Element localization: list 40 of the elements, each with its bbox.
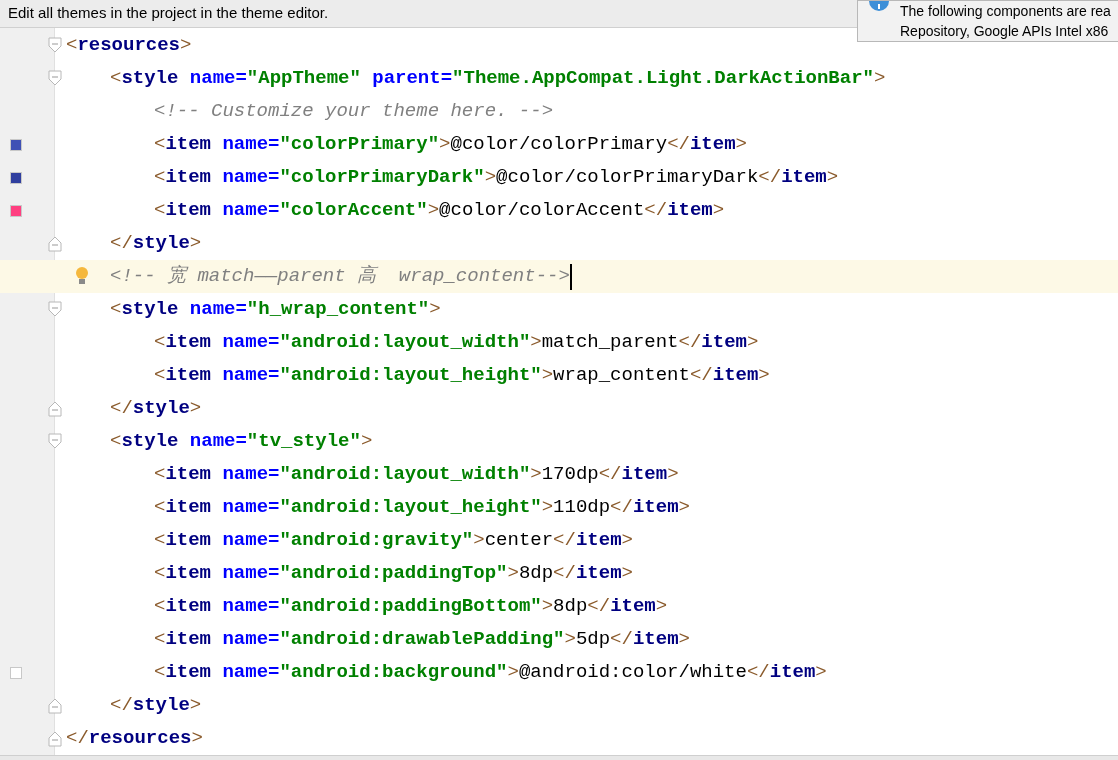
code-line: <item name="android:layout_width">match_parent</item> xyxy=(154,330,759,356)
code-line: <item name="android:paddingTop">8dp</item> xyxy=(154,561,633,587)
code-line: <item name="android:layout_width">170dp</item> xyxy=(154,462,679,488)
code-line: <item name="android:background">@android:color/white</item> xyxy=(154,660,827,686)
fold-icon[interactable] xyxy=(48,698,62,714)
fold-icon[interactable] xyxy=(48,70,62,86)
code-line: <item name="colorAccent">@color/colorAccent</item> xyxy=(154,198,725,224)
notification-text: The following components are rea xyxy=(900,2,1111,21)
code-line: <item name="android:layout_height">110dp</item> xyxy=(154,495,690,521)
code-line: <!-- 宽 match——parent 高 wrap_content--> xyxy=(110,264,570,290)
code-line: <style name="tv_style"> xyxy=(110,429,373,455)
code-line: </style> xyxy=(110,231,202,257)
fold-icon[interactable] xyxy=(48,37,62,53)
color-swatch[interactable] xyxy=(10,205,22,217)
text-cursor xyxy=(569,263,572,290)
banner-text: Edit all themes in the project in the theme editor. xyxy=(8,3,329,24)
code-line: <item name="android:layout_height">wrap_content</item> xyxy=(154,363,770,389)
code-line: <item name="colorPrimaryDark">@color/colorPrimaryDark</item> xyxy=(154,165,839,191)
code-line: <item name="android:paddingBottom">8dp</item> xyxy=(154,594,668,620)
color-swatch[interactable] xyxy=(10,172,22,184)
code-line: <!-- Customize your theme here. --> xyxy=(154,99,554,125)
code-line: <style name="h_wrap_content"> xyxy=(110,297,441,323)
code-line: </style> xyxy=(110,693,202,719)
lightbulb-icon[interactable] xyxy=(75,266,89,286)
notification-text: Repository, Google APIs Intel x86 xyxy=(900,22,1110,41)
color-swatch[interactable] xyxy=(10,139,22,151)
code-line: </resources> xyxy=(66,726,203,752)
fold-icon[interactable] xyxy=(48,433,62,449)
info-icon xyxy=(868,1,890,11)
code-line: <item name="colorPrimary">@color/colorPrimary</item> xyxy=(154,132,747,158)
code-line: <resources> xyxy=(66,33,192,59)
fold-icon[interactable] xyxy=(48,236,62,252)
fold-icon[interactable] xyxy=(48,401,62,417)
code-line: <item name="android:gravity">center</item> xyxy=(154,528,633,554)
code-line: </style> xyxy=(110,396,202,422)
color-swatch[interactable] xyxy=(10,667,22,679)
fold-icon[interactable] xyxy=(48,731,62,747)
code-line: <style name="AppTheme" parent="Theme.AppCompat.Light.DarkActionBar"> xyxy=(110,66,886,92)
code-line: <item name="android:drawablePadding">5dp</item> xyxy=(154,627,690,653)
fold-icon[interactable] xyxy=(48,301,62,317)
